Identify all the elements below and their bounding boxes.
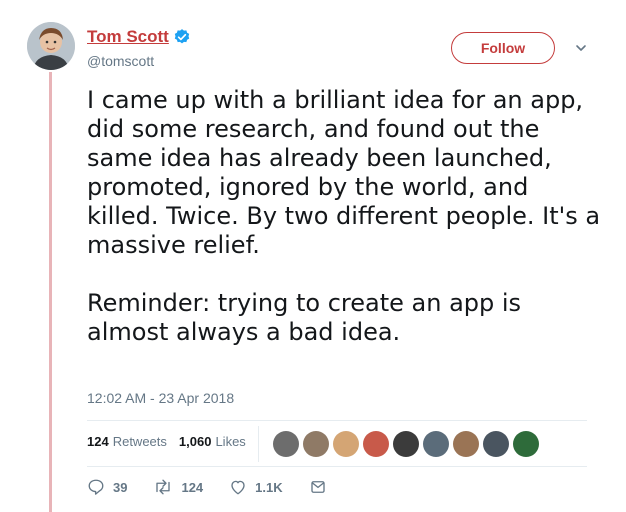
retweet-count: 124 — [181, 479, 204, 495]
liker-avatar[interactable] — [303, 431, 329, 457]
tweet-text: I came up with a brilliant idea for an a… — [87, 86, 601, 346]
direct-message-button[interactable] — [309, 478, 335, 496]
like-button[interactable]: 1.1K — [229, 478, 283, 496]
liker-avatar[interactable] — [453, 431, 479, 457]
liker-avatar[interactable] — [513, 431, 539, 457]
retweet-icon — [156, 479, 171, 495]
liker-avatar[interactable] — [333, 431, 359, 457]
author-handle[interactable]: @tomscott — [87, 53, 154, 69]
liker-avatar[interactable] — [363, 431, 389, 457]
liker-avatar[interactable] — [393, 431, 419, 457]
author-name[interactable]: Tom Scott — [87, 27, 169, 47]
liker-avatars — [258, 426, 543, 462]
retweet-button[interactable]: 124 — [153, 478, 203, 496]
avatar[interactable] — [27, 22, 75, 70]
likes-label: Likes — [215, 434, 246, 449]
heart-icon — [231, 480, 245, 495]
reply-icon — [88, 479, 104, 495]
liker-avatar[interactable] — [483, 431, 509, 457]
liker-avatar[interactable] — [423, 431, 449, 457]
retweets-stat[interactable]: 124 Retweets — [87, 434, 167, 449]
likes-stat[interactable]: 1,060 Likes — [179, 434, 246, 449]
reply-count: 39 — [113, 479, 128, 495]
divider — [87, 420, 587, 421]
author-name-row[interactable]: Tom Scott — [87, 27, 191, 47]
reply-button[interactable]: 39 — [87, 478, 127, 496]
likes-count: 1,060 — [178, 434, 212, 449]
like-count: 1.1K — [255, 479, 283, 495]
tweet-stats: 124 Retweets 1,060 Likes — [87, 434, 258, 449]
follow-button[interactable]: Follow — [451, 32, 555, 64]
divider — [87, 466, 587, 467]
tweet-actions: 39 124 1.1K — [87, 478, 361, 496]
retweets-count: 124 — [87, 434, 109, 449]
envelope-icon — [310, 481, 325, 493]
retweets-label: Retweets — [112, 434, 167, 449]
liker-avatar[interactable] — [273, 431, 299, 457]
thread-line — [49, 72, 52, 512]
tweet-timestamp[interactable]: 12:02 AM - 23 Apr 2018 — [87, 390, 234, 406]
verified-badge-icon — [174, 29, 190, 44]
chevron-down-icon[interactable] — [574, 41, 588, 55]
